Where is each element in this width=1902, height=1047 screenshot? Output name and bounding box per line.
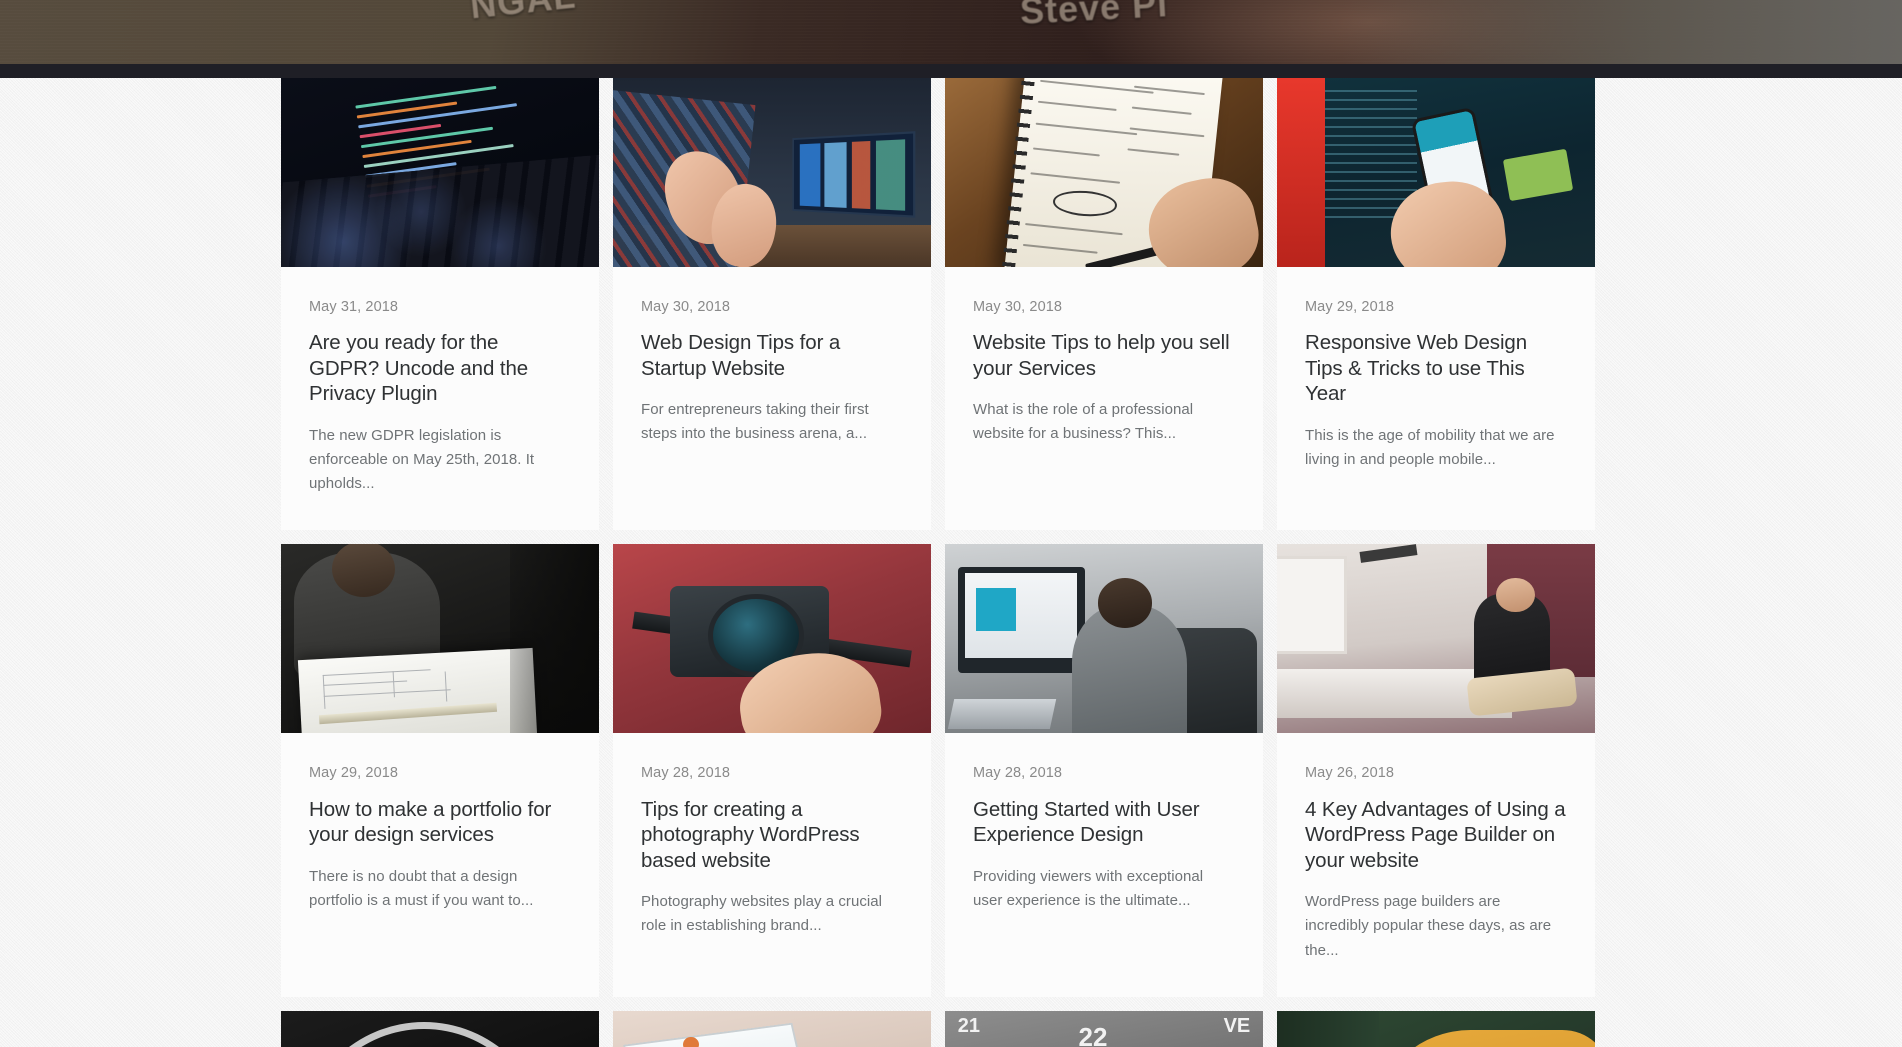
post-thumbnail[interactable] xyxy=(613,544,931,734)
blog-post-card[interactable]: 120 140 160 0 xyxy=(281,1010,599,1047)
blog-post-card[interactable] xyxy=(1277,1010,1595,1047)
post-body: May 26, 2018 4 Key Advantages of Using a… xyxy=(1277,733,1595,996)
post-body: May 28, 2018 Getting Started with User E… xyxy=(945,733,1263,947)
imac-monitor xyxy=(957,567,1085,673)
post-date: May 28, 2018 xyxy=(641,765,731,782)
post-excerpt: Providing viewers with exceptional user … xyxy=(973,867,1204,909)
sweater-body xyxy=(1378,1029,1595,1047)
aerial-crowd-bw-photo: 21 22 23 VE OUVERTURE xyxy=(945,1010,1263,1047)
post-date: May 31, 2018 xyxy=(309,299,399,315)
green-object xyxy=(1502,148,1573,201)
post-body: May 30, 2018 Web Design Tips for a Start… xyxy=(613,267,931,481)
post-title[interactable]: 4 Key Advantages of Using a WordPress Pa… xyxy=(1305,797,1567,873)
post-date: May 29, 2018 xyxy=(309,765,399,782)
post-body: May 28, 2018 Tips for creating a photogr… xyxy=(613,733,931,972)
post-date: May 30, 2018 xyxy=(641,299,731,315)
screen-tile xyxy=(975,588,1017,631)
laptop-screen xyxy=(792,130,916,218)
laptop-code-photo xyxy=(281,78,599,267)
dark-background xyxy=(1277,1010,1379,1047)
post-thumbnail[interactable] xyxy=(1277,1010,1595,1047)
hero-banner-strip: NGAL Steve Pl xyxy=(0,0,1902,74)
laptop-phone-desk-photo xyxy=(613,1010,931,1047)
post-thumbnail[interactable] xyxy=(945,78,1263,267)
post-title[interactable]: Getting Started with User Experience Des… xyxy=(973,797,1235,848)
smartphone-in-hands-photo xyxy=(1277,78,1595,267)
post-date: May 29, 2018 xyxy=(1305,299,1395,315)
post-excerpt: The new GDPR legislation is enforceable … xyxy=(309,426,535,493)
blog-post-card[interactable]: May 28, 2018 Tips for creating a photogr… xyxy=(613,544,931,997)
post-body: May 29, 2018 Responsive Web Design Tips … xyxy=(1277,267,1595,506)
blog-post-card[interactable]: May 29, 2018 How to make a portfolio for… xyxy=(281,544,599,997)
crowd-label-21: 21 xyxy=(957,1014,980,1037)
orange-accent xyxy=(682,1037,699,1047)
post-thumbnail[interactable] xyxy=(1277,78,1595,267)
blog-post-card[interactable]: May 31, 2018 Are you ready for the GDPR?… xyxy=(281,78,599,531)
post-thumbnail[interactable] xyxy=(945,544,1263,734)
post-excerpt: For entrepreneurs taking their first ste… xyxy=(641,401,869,443)
post-excerpt: Photography websites play a crucial role… xyxy=(641,892,883,935)
post-date: May 28, 2018 xyxy=(973,765,1063,782)
blog-post-card[interactable]: May 29, 2018 Responsive Web Design Tips … xyxy=(1277,78,1595,531)
speedometer-photo: 120 140 160 0 xyxy=(281,1010,599,1047)
post-thumbnail[interactable]: 21 22 23 VE OUVERTURE xyxy=(945,1010,1263,1047)
man-head xyxy=(1496,578,1535,613)
blog-post-card[interactable] xyxy=(613,1010,931,1047)
post-title[interactable]: Website Tips to help you sell your Servi… xyxy=(973,330,1235,381)
desk-lamp xyxy=(1359,544,1418,564)
post-title[interactable]: Responsive Web Design Tips & Tricks to u… xyxy=(1305,330,1567,406)
post-title[interactable]: Web Design Tips for a Startup Website xyxy=(641,330,903,381)
post-title[interactable]: How to make a portfolio for your design … xyxy=(309,797,571,848)
notebook-sketch-photo xyxy=(945,78,1263,267)
person-head xyxy=(1097,578,1152,628)
post-body: May 30, 2018 Website Tips to help you se… xyxy=(945,267,1263,481)
blog-post-card[interactable]: 21 22 23 VE OUVERTURE xyxy=(945,1010,1263,1047)
speedometer-ticks xyxy=(312,1029,536,1047)
post-thumbnail[interactable] xyxy=(613,78,931,267)
dslr-camera-photo xyxy=(613,544,931,734)
post-date: May 30, 2018 xyxy=(973,299,1063,315)
post-excerpt: What is the role of a professional websi… xyxy=(973,401,1194,443)
keyboard-region xyxy=(281,153,599,267)
post-excerpt: WordPress page builders are incredibly p… xyxy=(1305,892,1552,959)
blog-post-card[interactable]: May 28, 2018 Getting Started with User E… xyxy=(945,544,1263,997)
blog-post-card[interactable]: May 30, 2018 Web Design Tips for a Start… xyxy=(613,78,931,531)
post-date: May 26, 2018 xyxy=(1305,765,1395,782)
man-at-desk-photo xyxy=(1277,544,1595,734)
post-excerpt: This is the age of mobility that we are … xyxy=(1305,426,1555,468)
architect-blueprint-photo xyxy=(281,544,599,734)
background-code xyxy=(1321,85,1417,218)
hero-right-gradient xyxy=(1342,0,1902,74)
laptop xyxy=(948,699,1057,730)
post-title[interactable]: Tips for creating a photography WordPres… xyxy=(641,797,903,873)
left-monitor xyxy=(1277,555,1347,654)
blog-post-card[interactable]: May 26, 2018 4 Key Advantages of Using a… xyxy=(1277,544,1595,997)
post-thumbnail[interactable] xyxy=(281,544,599,734)
post-excerpt: There is no doubt that a design portfoli… xyxy=(309,867,534,909)
laptop-screen xyxy=(622,1022,813,1047)
blog-post-card[interactable]: May 30, 2018 Website Tips to help you se… xyxy=(945,78,1263,531)
post-title[interactable]: Are you ready for the GDPR? Uncode and t… xyxy=(309,330,571,406)
post-thumbnail[interactable] xyxy=(613,1010,931,1047)
office-imac-photo xyxy=(945,544,1263,734)
foreground-blur xyxy=(509,544,599,734)
crowd-label-22: 22 xyxy=(1078,1022,1108,1047)
crowd-label-ve: VE xyxy=(1223,1014,1251,1037)
blog-post-grid: May 31, 2018 Are you ready for the GDPR?… xyxy=(281,78,1621,1047)
mustard-sweater-photo xyxy=(1277,1010,1595,1047)
red-sleeve xyxy=(1277,78,1325,267)
post-body: May 29, 2018 How to make a portfolio for… xyxy=(281,733,599,947)
blog-page-body: May 31, 2018 Are you ready for the GDPR?… xyxy=(0,78,1902,1047)
navbar-dark-slab xyxy=(0,64,1902,78)
post-thumbnail[interactable] xyxy=(281,78,599,267)
post-thumbnail[interactable]: 120 140 160 0 xyxy=(281,1010,599,1047)
team-meeting-photo xyxy=(613,78,931,267)
post-body: May 31, 2018 Are you ready for the GDPR?… xyxy=(281,267,599,530)
post-thumbnail[interactable] xyxy=(1277,544,1595,734)
